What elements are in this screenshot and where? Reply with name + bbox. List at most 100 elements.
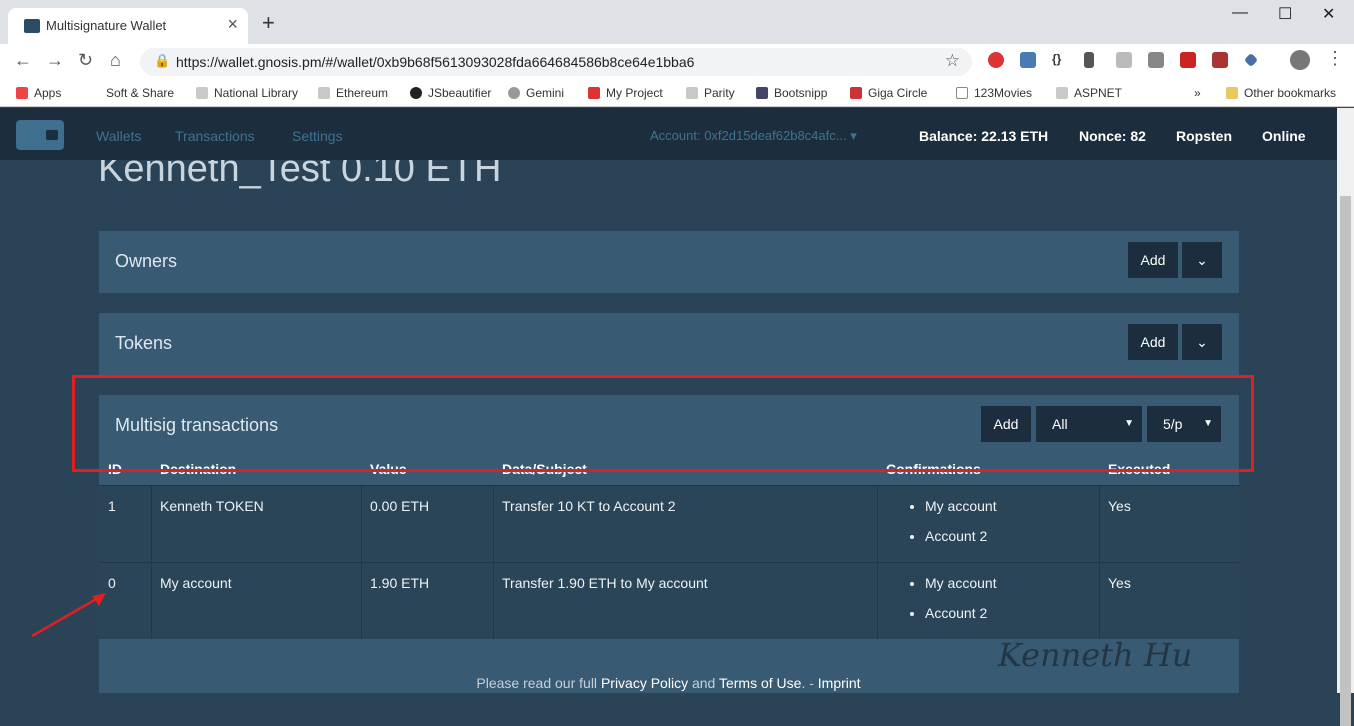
page-icon [1056, 87, 1068, 99]
gemini-icon [508, 87, 520, 99]
new-tab-button[interactable]: + [262, 10, 275, 36]
owners-collapse-button[interactable]: ⌄ [1182, 242, 1222, 278]
balance: Balance: 22.13 ETH [919, 128, 1049, 144]
json-viewer-icon[interactable]: {} [1052, 52, 1068, 68]
bookmark-item[interactable]: ASPNET [1056, 86, 1122, 100]
close-tab-icon[interactable]: × [227, 14, 238, 35]
imprint-link[interactable]: Imprint [818, 675, 861, 691]
table-row[interactable]: 0 My account 1.90 ETH Transfer 1.90 ETH … [99, 562, 1239, 639]
nav-settings[interactable]: Settings [292, 128, 343, 144]
scrollbar-thumb[interactable] [1340, 196, 1351, 726]
wallet-logo-icon[interactable] [16, 120, 64, 150]
tx-confirmations: My account Account 2 [879, 498, 997, 558]
annotation-arrow-icon [31, 593, 106, 638]
bookmark-item[interactable]: Soft & Share [106, 86, 174, 100]
page-icon [956, 87, 968, 99]
pen-icon[interactable] [1084, 52, 1094, 68]
folder-icon [1226, 87, 1238, 99]
connection-status: Online [1262, 128, 1306, 144]
parity-icon [686, 87, 698, 99]
wallet-favicon-icon [24, 19, 40, 33]
forward-icon[interactable]: → [46, 50, 64, 71]
bookmark-item[interactable]: My Project [588, 86, 663, 100]
bookmarks-overflow[interactable]: » [1194, 86, 1201, 100]
owners-panel: Owners Add ⌄ [99, 231, 1239, 293]
extension-icon[interactable] [988, 52, 1004, 68]
browser-tab[interactable]: Multisignature Wallet × [8, 8, 248, 44]
signature-watermark: Kenneth Hu [998, 636, 1193, 674]
menu-icon[interactable]: ⋮ [1326, 48, 1344, 69]
add-token-button[interactable]: Add [1128, 324, 1178, 360]
confirmation-item: Account 2 [925, 528, 997, 544]
bookmark-item[interactable]: JSbeautifier [410, 86, 491, 100]
minimize-icon[interactable]: — [1232, 4, 1248, 22]
terms-link[interactable]: Terms of Use [719, 675, 801, 691]
privacy-policy-link[interactable]: Privacy Policy [601, 675, 688, 691]
translate-icon[interactable] [1020, 52, 1036, 68]
nonce: Nonce: 82 [1079, 128, 1146, 144]
table-row[interactable]: 1 Kenneth TOKEN 0.00 ETH Transfer 10 KT … [99, 485, 1239, 562]
chevron-down-icon: ⌄ [1196, 334, 1208, 350]
close-window-icon[interactable]: ✕ [1322, 4, 1335, 24]
back-icon[interactable]: ← [14, 50, 32, 71]
avatar[interactable] [1290, 50, 1310, 70]
tx-subject: Transfer 10 KT to Account 2 [502, 498, 676, 514]
tokens-collapse-button[interactable]: ⌄ [1182, 324, 1222, 360]
tx-id: 0 [108, 575, 116, 591]
bookmark-item[interactable]: Gemini [508, 86, 564, 100]
tx-value: 0.00 ETH [370, 498, 430, 514]
confirmation-item: My account [925, 575, 997, 591]
page-icon [196, 87, 208, 99]
address-bar[interactable]: 🔒 https://wallet.gnosis.pm/#/wallet/0xb9… [140, 48, 972, 76]
page-scrollbar[interactable] [1337, 108, 1354, 726]
app-navbar: Wallets Transactions Settings Account: 0… [0, 108, 1337, 160]
tx-id: 1 [108, 498, 116, 514]
browser-toolbar: ← → ↻ ⌂ 🔒 https://wallet.gnosis.pm/#/wal… [0, 44, 1354, 79]
tx-value: 1.90 ETH [370, 575, 430, 591]
network: Ropsten [1176, 128, 1232, 144]
confirmation-item: Account 2 [925, 605, 997, 621]
tokens-panel: Tokens Add ⌄ [99, 313, 1239, 375]
other-bookmarks[interactable]: Other bookmarks [1226, 86, 1336, 100]
bookmark-star-icon[interactable]: ☆ [945, 51, 960, 71]
nav-wallets[interactable]: Wallets [96, 128, 141, 144]
browser-tabstrip: Multisignature Wallet × + — ☐ ✕ [0, 0, 1354, 44]
bookmark-item[interactable]: Parity [686, 86, 735, 100]
add-owner-button[interactable]: Add [1128, 242, 1178, 278]
page-footer: Please read our full Privacy Policy and … [476, 675, 861, 691]
caret-down-icon: ▾ [850, 128, 857, 143]
tab-title: Multisignature Wallet [46, 18, 167, 33]
bootsnipp-icon [756, 87, 768, 99]
tx-destination: My account [160, 575, 232, 591]
tx-executed: Yes [1108, 498, 1131, 514]
bookmark-item[interactable]: 123Movies [956, 86, 1032, 100]
reload-icon[interactable]: ↻ [78, 50, 93, 71]
camera-icon[interactable] [1148, 52, 1164, 68]
confirmation-item: My account [925, 498, 997, 514]
bookmark-item[interactable]: Giga Circle [850, 86, 927, 100]
arrow-extension-icon[interactable] [1116, 52, 1132, 68]
maximize-icon[interactable]: ☐ [1278, 4, 1292, 24]
diamond-icon[interactable] [1243, 52, 1259, 68]
lock-icon: 🔒 [154, 53, 171, 68]
bookmark-item[interactable]: Ethereum [318, 86, 388, 100]
bookmarks-bar: Apps Soft & Share National Library Ether… [0, 79, 1354, 107]
nav-transactions[interactable]: Transactions [175, 128, 255, 144]
tx-confirmations: My account Account 2 [879, 575, 997, 635]
bookmark-item[interactable]: Bootsnipp [756, 86, 827, 100]
apps-grid-icon [16, 87, 28, 99]
red-extension-icon[interactable] [1180, 52, 1196, 68]
tx-executed: Yes [1108, 575, 1131, 591]
home-icon[interactable]: ⌂ [110, 50, 121, 71]
chevron-down-icon: ⌄ [1196, 252, 1208, 268]
url-text[interactable]: https://wallet.gnosis.pm/#/wallet/0xb9b6… [176, 54, 694, 70]
tokens-title: Tokens [115, 333, 173, 353]
account-dropdown[interactable]: Account: 0xf2d15deaf62b8c4afc... ▾ [650, 128, 857, 144]
page-icon [318, 87, 330, 99]
bookmark-item[interactable]: National Library [196, 86, 298, 100]
shield-icon[interactable] [1212, 52, 1228, 68]
tx-destination: Kenneth TOKEN [160, 498, 264, 514]
owl-icon [410, 87, 422, 99]
highlight-box [72, 375, 1254, 472]
bookmark-apps[interactable]: Apps [16, 86, 61, 100]
